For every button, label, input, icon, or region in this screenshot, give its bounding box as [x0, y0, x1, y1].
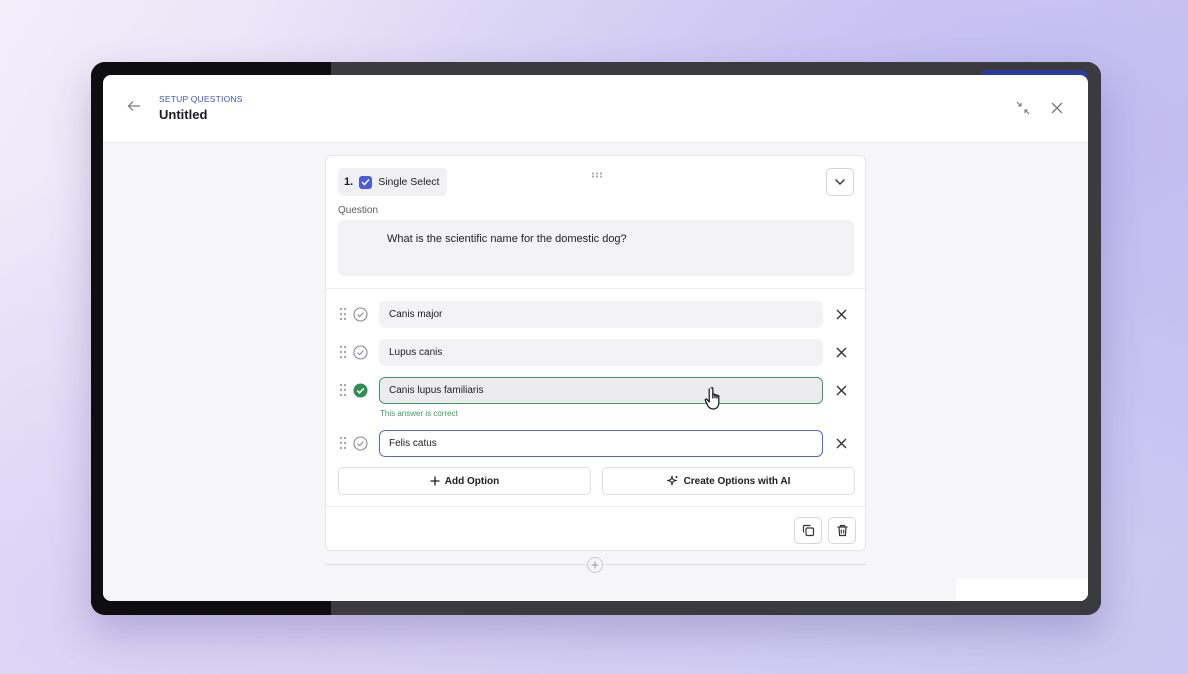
mark-correct-icon[interactable]: [353, 345, 368, 360]
hand-cursor-icon: [704, 387, 720, 410]
close-button[interactable]: [1048, 99, 1066, 117]
chevron-down-icon: [835, 179, 845, 185]
option-input[interactable]: Canis lupus familiaris: [379, 377, 823, 404]
delete-option-button[interactable]: [833, 382, 849, 398]
question-field-label: Question: [338, 205, 379, 216]
option-input[interactable]: Felis catus: [379, 430, 823, 457]
correct-check-icon[interactable]: [353, 383, 368, 398]
drag-handle-icon[interactable]: [339, 436, 347, 450]
close-icon: [1051, 102, 1063, 114]
delete-option-button[interactable]: [833, 306, 849, 322]
collapse-button[interactable]: [1014, 99, 1032, 117]
modal-body: 1. Single Select Question What is the sc…: [103, 143, 1088, 601]
option-input[interactable]: Lupus canis: [379, 339, 823, 366]
close-icon: [836, 438, 846, 448]
delete-option-button[interactable]: [833, 344, 849, 360]
checkbox-icon: [359, 175, 373, 189]
option-row: Lupus canis: [326, 337, 865, 367]
plus-icon: [591, 561, 599, 569]
close-icon: [836, 347, 846, 357]
option-row-correct: Canis lupus familiaris: [326, 375, 865, 405]
question-card: 1. Single Select Question What is the sc…: [325, 155, 866, 551]
trash-icon: [837, 524, 847, 537]
delete-question-button[interactable]: [828, 517, 856, 544]
collapse-card-button[interactable]: [826, 168, 854, 196]
close-icon: [836, 385, 846, 395]
collapse-icon: [1016, 101, 1030, 115]
option-input[interactable]: Canis major: [379, 301, 823, 328]
create-options-ai-button[interactable]: Create Options with AI: [602, 467, 855, 495]
question-type-label: Single Select: [378, 176, 440, 188]
divider: [326, 506, 865, 507]
modal-header: SETUP QUESTIONS Untitled: [103, 75, 1088, 143]
page-title: Untitled: [159, 107, 208, 122]
duplicate-button[interactable]: [794, 517, 822, 544]
add-option-button[interactable]: Add Option: [338, 467, 591, 495]
drag-handle-icon[interactable]: [590, 170, 604, 180]
mark-correct-icon[interactable]: [353, 307, 368, 322]
plus-icon: [430, 476, 440, 486]
sparkle-icon: [666, 475, 678, 487]
drag-handle-icon[interactable]: [339, 307, 347, 321]
question-number: 1.: [344, 176, 354, 188]
divider: [326, 288, 865, 289]
copy-icon: [802, 524, 814, 537]
arrow-left-icon: [127, 101, 140, 111]
breadcrumb: SETUP QUESTIONS: [159, 94, 243, 104]
drag-handle-icon[interactable]: [339, 383, 347, 397]
option-row: Canis major: [326, 299, 865, 329]
create-options-ai-label: Create Options with AI: [683, 475, 791, 487]
add-question-button[interactable]: [587, 557, 603, 573]
drag-handle-icon[interactable]: [339, 345, 347, 359]
option-row: Felis catus: [326, 428, 865, 458]
question-text: What is the scientific name for the dome…: [387, 233, 627, 245]
question-type-chip[interactable]: 1. Single Select: [338, 168, 448, 196]
add-option-label: Add Option: [444, 475, 500, 487]
bottom-panel: [956, 579, 1088, 601]
mark-correct-icon[interactable]: [353, 436, 368, 451]
setup-questions-modal: SETUP QUESTIONS Untitled 1. Single Selec…: [103, 75, 1088, 601]
close-icon: [836, 309, 846, 319]
back-button[interactable]: [125, 97, 143, 115]
correct-answer-note: This answer is correct: [380, 409, 458, 418]
delete-option-button[interactable]: [833, 435, 849, 451]
question-input[interactable]: What is the scientific name for the dome…: [338, 220, 854, 276]
